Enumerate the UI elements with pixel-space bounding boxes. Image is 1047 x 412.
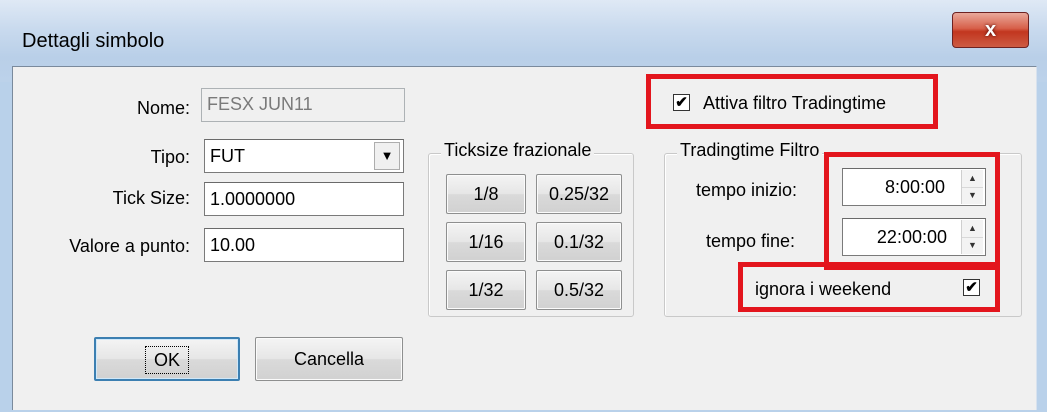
ticksize-field[interactable]: 1.0000000	[204, 182, 404, 216]
ignora-weekend-checkbox[interactable]: ✔	[963, 279, 980, 296]
nome-label: Nome:	[136, 98, 190, 118]
ticksize-0-1-32-button[interactable]: 0.1/32	[536, 222, 622, 262]
checkmark-icon: ✔	[675, 94, 688, 111]
ticksize-label: Tick Size:	[112, 188, 190, 208]
tempo-fine-spinner[interactable]: ▲ ▼	[961, 220, 983, 254]
valore-label: Valore a punto:	[69, 236, 190, 256]
close-icon: x	[984, 19, 997, 41]
spin-up-icon[interactable]: ▲	[962, 220, 983, 238]
attiva-filtro-checkbox[interactable]: ✔	[673, 94, 690, 111]
ok-label: OK	[144, 346, 189, 374]
spin-up-icon[interactable]: ▲	[962, 170, 983, 188]
tempo-inizio-label: tempo inizio:	[696, 180, 798, 200]
tempo-fine-label: tempo fine:	[706, 231, 796, 251]
valore-field[interactable]: 10.00	[204, 228, 404, 262]
ticksize-1-32-button[interactable]: 1/32	[446, 270, 526, 310]
cancel-button[interactable]: Cancella	[255, 337, 403, 381]
spin-down-icon[interactable]: ▼	[962, 237, 983, 254]
ticksize-0-25-32-button[interactable]: 0.25/32	[536, 174, 622, 214]
tempo-inizio-spinner[interactable]: ▲ ▼	[961, 170, 983, 204]
ticksize-0-5-32-button[interactable]: 0.5/32	[536, 270, 622, 310]
spin-down-icon[interactable]: ▼	[962, 187, 983, 204]
tipo-label: Tipo:	[150, 147, 190, 167]
tipo-dropdown-button[interactable]: ▼	[374, 142, 400, 170]
tempo-fine-value: 22:00:00	[876, 227, 947, 247]
ticksize-group-legend: Ticksize frazionale	[441, 140, 595, 161]
checkmark-icon: ✔	[965, 279, 978, 296]
attiva-filtro-label: Attiva filtro Tradingtime	[703, 93, 887, 113]
tradingtime-group-legend: Tradingtime Filtro	[677, 140, 823, 161]
ticksize-1-8-button[interactable]: 1/8	[446, 174, 526, 214]
tempo-inizio-value: 8:00:00	[884, 177, 945, 197]
chevron-down-icon: ▼	[380, 148, 394, 163]
ignora-weekend-label: ignora i weekend	[755, 279, 892, 299]
ticksize-1-16-button[interactable]: 1/16	[446, 222, 526, 262]
close-button[interactable]: x	[952, 12, 1029, 48]
window-title: Dettagli simbolo	[22, 30, 165, 52]
ok-button[interactable]: OK	[94, 337, 240, 381]
nome-field[interactable]: FESX JUN11	[201, 88, 405, 122]
tipo-value: FUT	[210, 146, 245, 166]
